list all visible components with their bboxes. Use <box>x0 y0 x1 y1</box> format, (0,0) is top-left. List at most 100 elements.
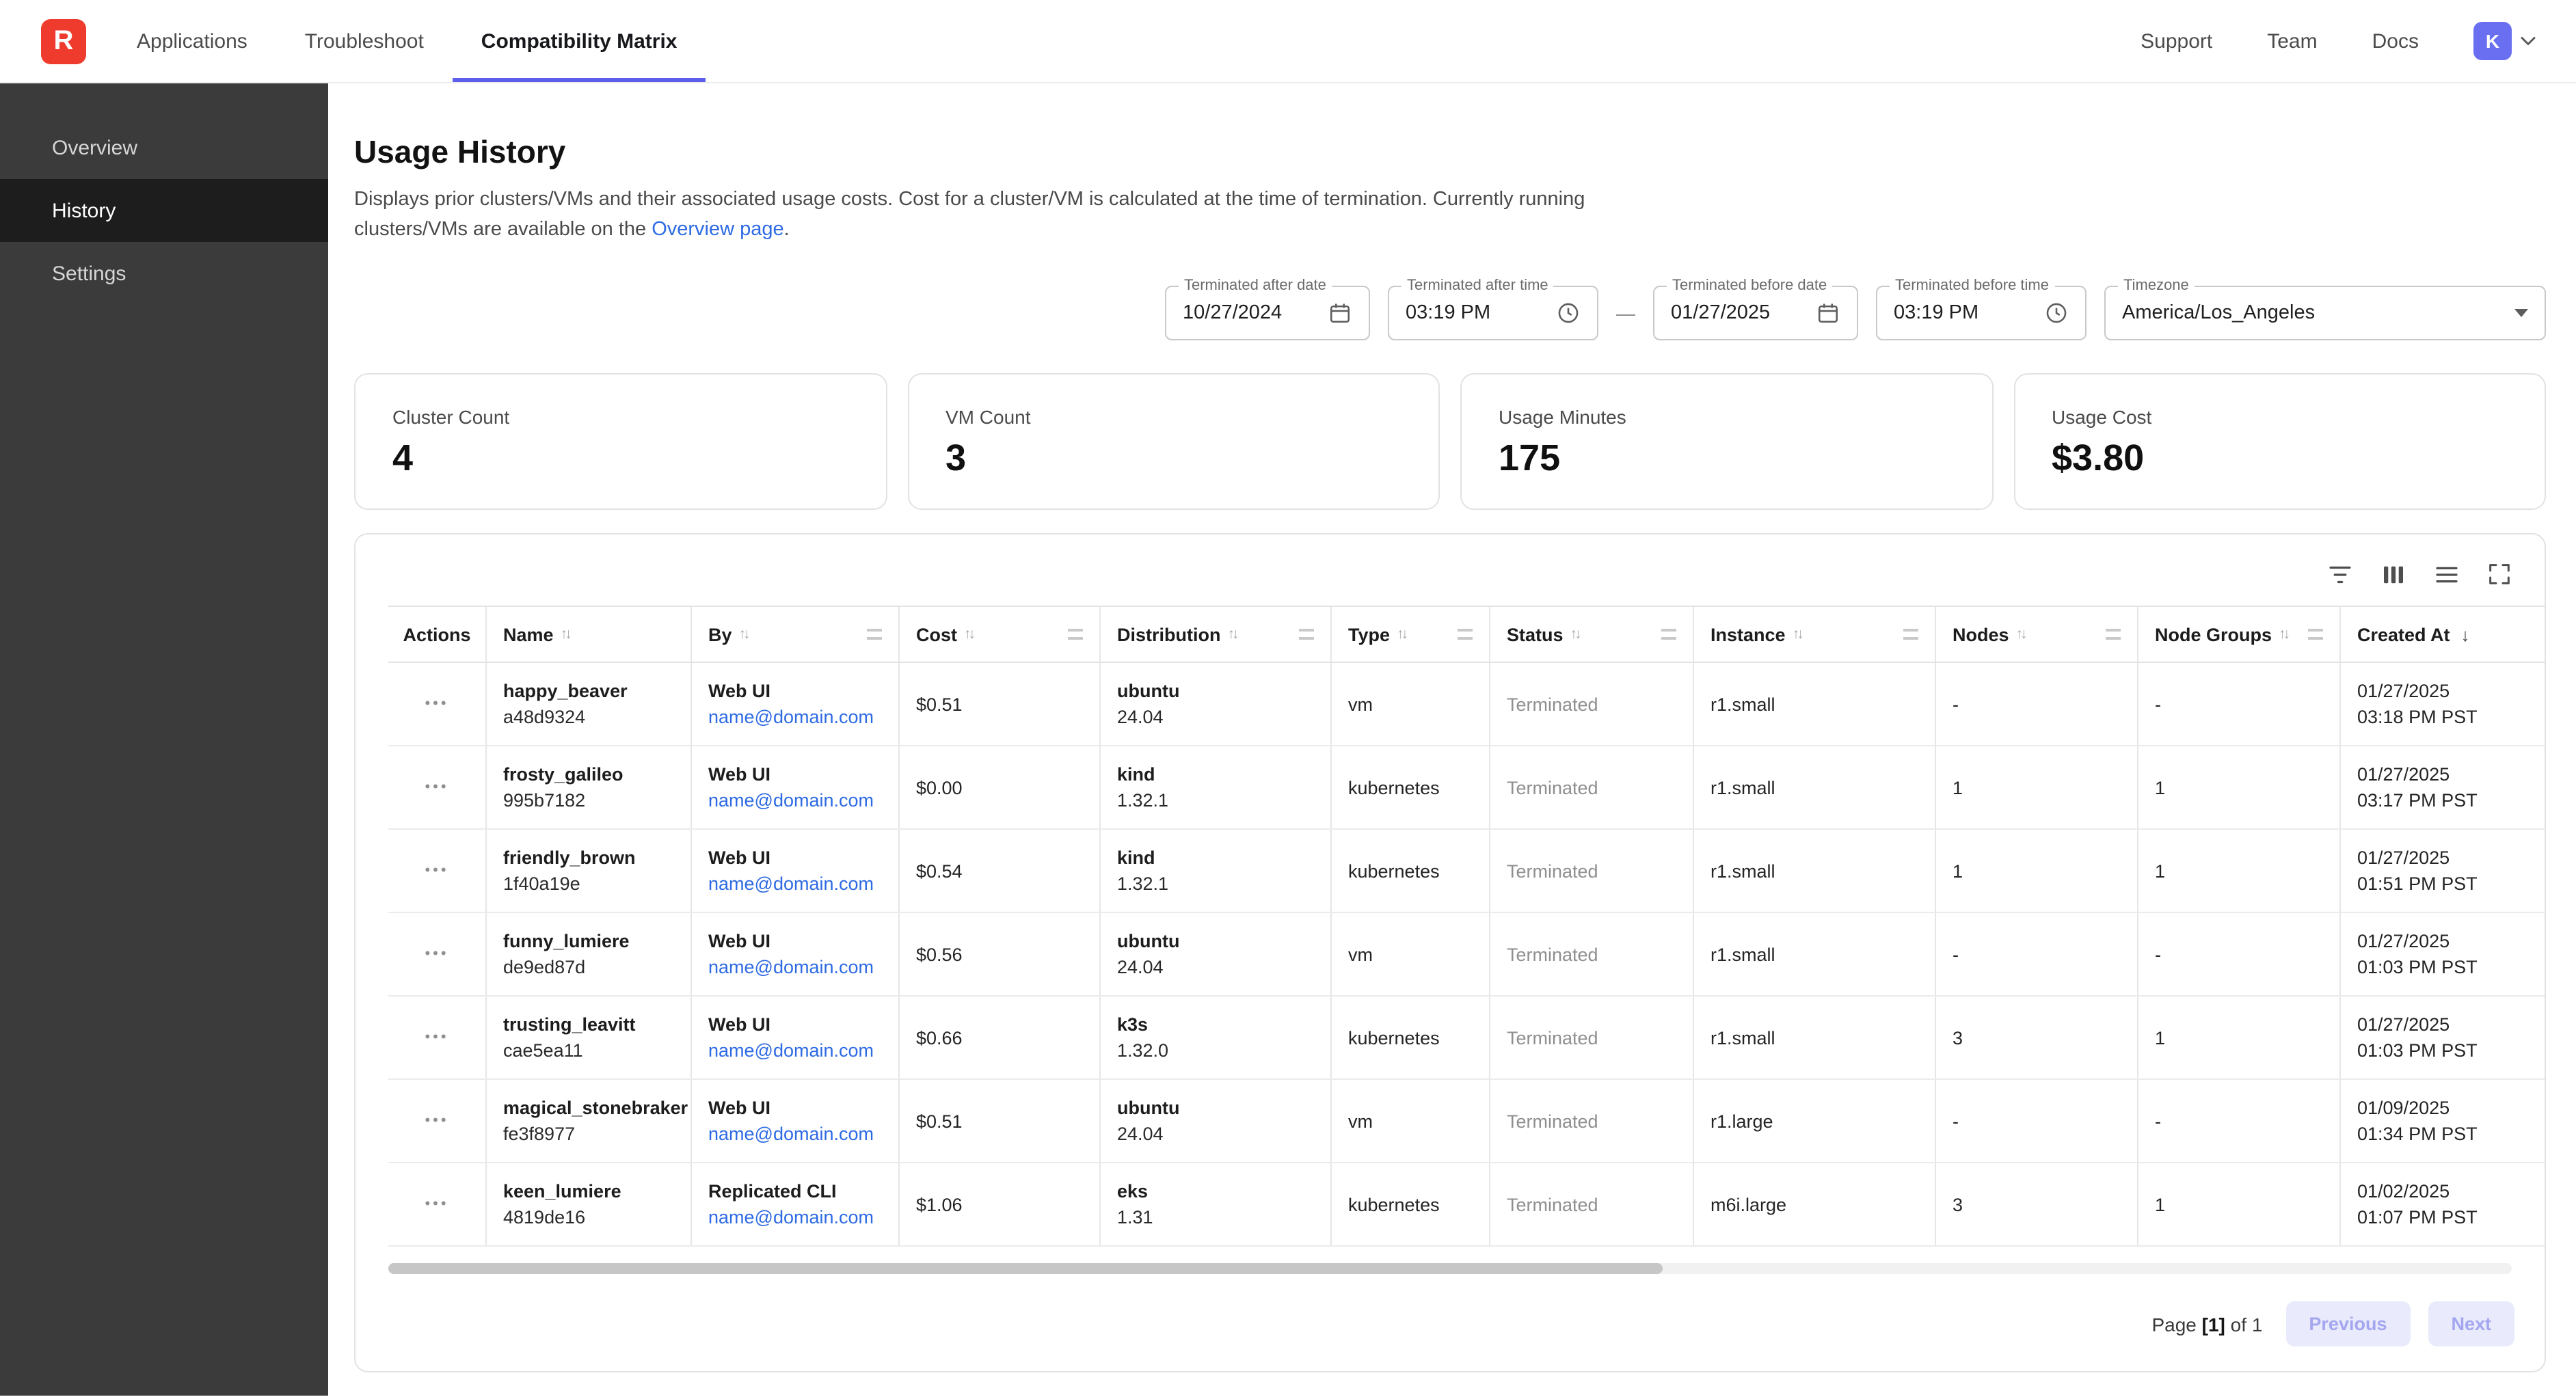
calendar-icon[interactable] <box>1328 301 1352 325</box>
column-resize-handle[interactable] <box>867 629 882 640</box>
column-resize-handle[interactable] <box>1068 629 1083 640</box>
density-icon[interactable] <box>2431 559 2461 589</box>
row-actions-button[interactable]: ••• <box>416 1025 457 1050</box>
sidebar-item-overview[interactable]: Overview <box>0 116 328 179</box>
logo-letter: R <box>54 25 74 57</box>
email-link[interactable]: name@domain.com <box>708 787 882 813</box>
column-resize-handle[interactable] <box>2308 629 2323 640</box>
cluster-name: keen_lumiere <box>503 1178 674 1204</box>
column-header-node-groups[interactable]: Node Groups↑↓ <box>2138 607 2341 662</box>
replicated-logo[interactable]: R <box>41 18 86 64</box>
row-actions-button[interactable]: ••• <box>416 1108 457 1134</box>
previous-button[interactable]: Previous <box>2285 1301 2410 1346</box>
column-resize-handle[interactable] <box>1458 629 1473 640</box>
row-actions-button[interactable]: ••• <box>416 1191 457 1217</box>
name-cell: keen_lumiere 4819de16 <box>487 1163 692 1245</box>
type-cell: kubernetes <box>1332 746 1490 828</box>
column-header-distribution[interactable]: Distribution↑↓ <box>1101 607 1332 662</box>
nav-item-compatibility-matrix[interactable]: Compatibility Matrix <box>453 0 706 82</box>
columns-icon[interactable] <box>2378 559 2408 589</box>
cluster-id: 4819de16 <box>503 1204 674 1230</box>
stat-card-vm-count: VM Count 3 <box>907 373 1440 510</box>
nav-item-applications[interactable]: Applications <box>108 0 276 82</box>
row-actions-button[interactable]: ••• <box>416 691 457 717</box>
cluster-name: frosty_galileo <box>503 761 674 787</box>
email-link[interactable]: name@domain.com <box>708 704 882 730</box>
type-cell: vm <box>1332 913 1490 995</box>
nav-link-team[interactable]: Team <box>2267 29 2317 53</box>
created-by: Web UI <box>708 1012 882 1037</box>
nav-item-troubleshoot[interactable]: Troubleshoot <box>276 0 453 82</box>
row-actions-button[interactable]: ••• <box>416 941 457 967</box>
nav-link-docs[interactable]: Docs <box>2372 29 2419 53</box>
column-header-status[interactable]: Status↑↓ <box>1490 607 1694 662</box>
sidebar-item-history[interactable]: History <box>0 179 328 242</box>
usage-table: Actions Name↑↓ By↑↓ Cost↑↓ Distribution↑… <box>388 606 2545 1247</box>
email-link[interactable]: name@domain.com <box>708 954 882 980</box>
created-time: 01:34 PM PST <box>2357 1121 2528 1147</box>
cluster-name: magical_stonebraker <box>503 1095 674 1121</box>
field-label: Terminated after time <box>1401 277 1554 294</box>
table-row: ••• frosty_galileo 995b7182 Web UI name@… <box>388 746 2545 830</box>
nav-link-support[interactable]: Support <box>2141 29 2212 53</box>
status-cell: Terminated <box>1490 913 1694 995</box>
scrollbar-thumb[interactable] <box>388 1263 1663 1274</box>
calendar-icon[interactable] <box>1816 301 1840 325</box>
terminated-after-time-field[interactable]: Terminated after time 03:19 PM <box>1388 286 1598 340</box>
column-header-type[interactable]: Type↑↓ <box>1332 607 1490 662</box>
by-cell: Web UI name@domain.com <box>692 1080 900 1162</box>
usage-table-card: Actions Name↑↓ By↑↓ Cost↑↓ Distribution↑… <box>354 533 2546 1372</box>
terminated-before-time-field[interactable]: Terminated before time 03:19 PM <box>1876 286 2087 340</box>
distribution-version: 1.32.1 <box>1117 871 1314 897</box>
terminated-before-date-field[interactable]: Terminated before date 01/27/2025 <box>1653 286 1858 340</box>
terminated-after-date-field[interactable]: Terminated after date 10/27/2024 <box>1165 286 1370 340</box>
filter-icon[interactable] <box>2324 559 2354 589</box>
column-header-cost[interactable]: Cost↑↓ <box>900 607 1101 662</box>
row-actions-button[interactable]: ••• <box>416 774 457 800</box>
node-groups-cell: 1 <box>2138 830 2341 912</box>
cost-cell: $0.54 <box>900 830 1101 912</box>
next-button[interactable]: Next <box>2428 1301 2514 1346</box>
node-groups-cell: 1 <box>2138 996 2341 1079</box>
nodes-cell: - <box>1936 913 2138 995</box>
overview-page-link[interactable]: Overview page <box>652 219 783 241</box>
email-link[interactable]: name@domain.com <box>708 1037 882 1063</box>
row-actions-button[interactable]: ••• <box>416 858 457 884</box>
column-resize-handle[interactable] <box>2106 629 2121 640</box>
column-header-created-at[interactable]: Created At↓ <box>2341 607 2545 662</box>
clock-icon[interactable] <box>2044 301 2069 325</box>
actions-cell: ••• <box>388 746 487 828</box>
stat-label: Cluster Count <box>392 406 848 428</box>
by-cell: Web UI name@domain.com <box>692 746 900 828</box>
column-resize-handle[interactable] <box>1903 629 1918 640</box>
sidebar-item-settings[interactable]: Settings <box>0 242 328 305</box>
field-value: America/Los_Angeles <box>2122 302 2501 324</box>
fullscreen-icon[interactable] <box>2484 559 2514 589</box>
stat-value: 3 <box>945 437 1401 480</box>
clock-icon[interactable] <box>1556 301 1581 325</box>
name-cell: frosty_galileo 995b7182 <box>487 746 692 828</box>
nodes-cell: 1 <box>1936 830 2138 912</box>
cost-cell: $0.51 <box>900 1080 1101 1162</box>
column-header-nodes[interactable]: Nodes↑↓ <box>1936 607 2138 662</box>
email-link[interactable]: name@domain.com <box>708 1121 882 1147</box>
created-by: Web UI <box>708 845 882 871</box>
column-header-by[interactable]: By↑↓ <box>692 607 900 662</box>
node-groups-cell: - <box>2138 1080 2341 1162</box>
instance-cell: r1.small <box>1694 913 1936 995</box>
status-cell: Terminated <box>1490 663 1694 745</box>
table-row: ••• friendly_brown 1f40a19e Web UI name@… <box>388 830 2545 913</box>
timezone-select[interactable]: Timezone America/Los_Angeles <box>2104 286 2546 340</box>
account-menu-button[interactable]: K <box>2473 22 2540 60</box>
sort-icon: ↑↓ <box>2016 626 2025 642</box>
column-resize-handle[interactable] <box>1299 629 1314 640</box>
cost-cell: $0.66 <box>900 996 1101 1079</box>
table-row: ••• trusting_leavitt cae5ea11 Web UI nam… <box>388 996 2545 1080</box>
email-link[interactable]: name@domain.com <box>708 871 882 897</box>
email-link[interactable]: name@domain.com <box>708 1204 882 1230</box>
column-header-instance[interactable]: Instance↑↓ <box>1694 607 1936 662</box>
column-resize-handle[interactable] <box>1661 629 1676 640</box>
column-header-name[interactable]: Name↑↓ <box>487 607 692 662</box>
distribution-cell: eks 1.31 <box>1101 1163 1332 1245</box>
horizontal-scrollbar[interactable] <box>388 1263 2512 1274</box>
